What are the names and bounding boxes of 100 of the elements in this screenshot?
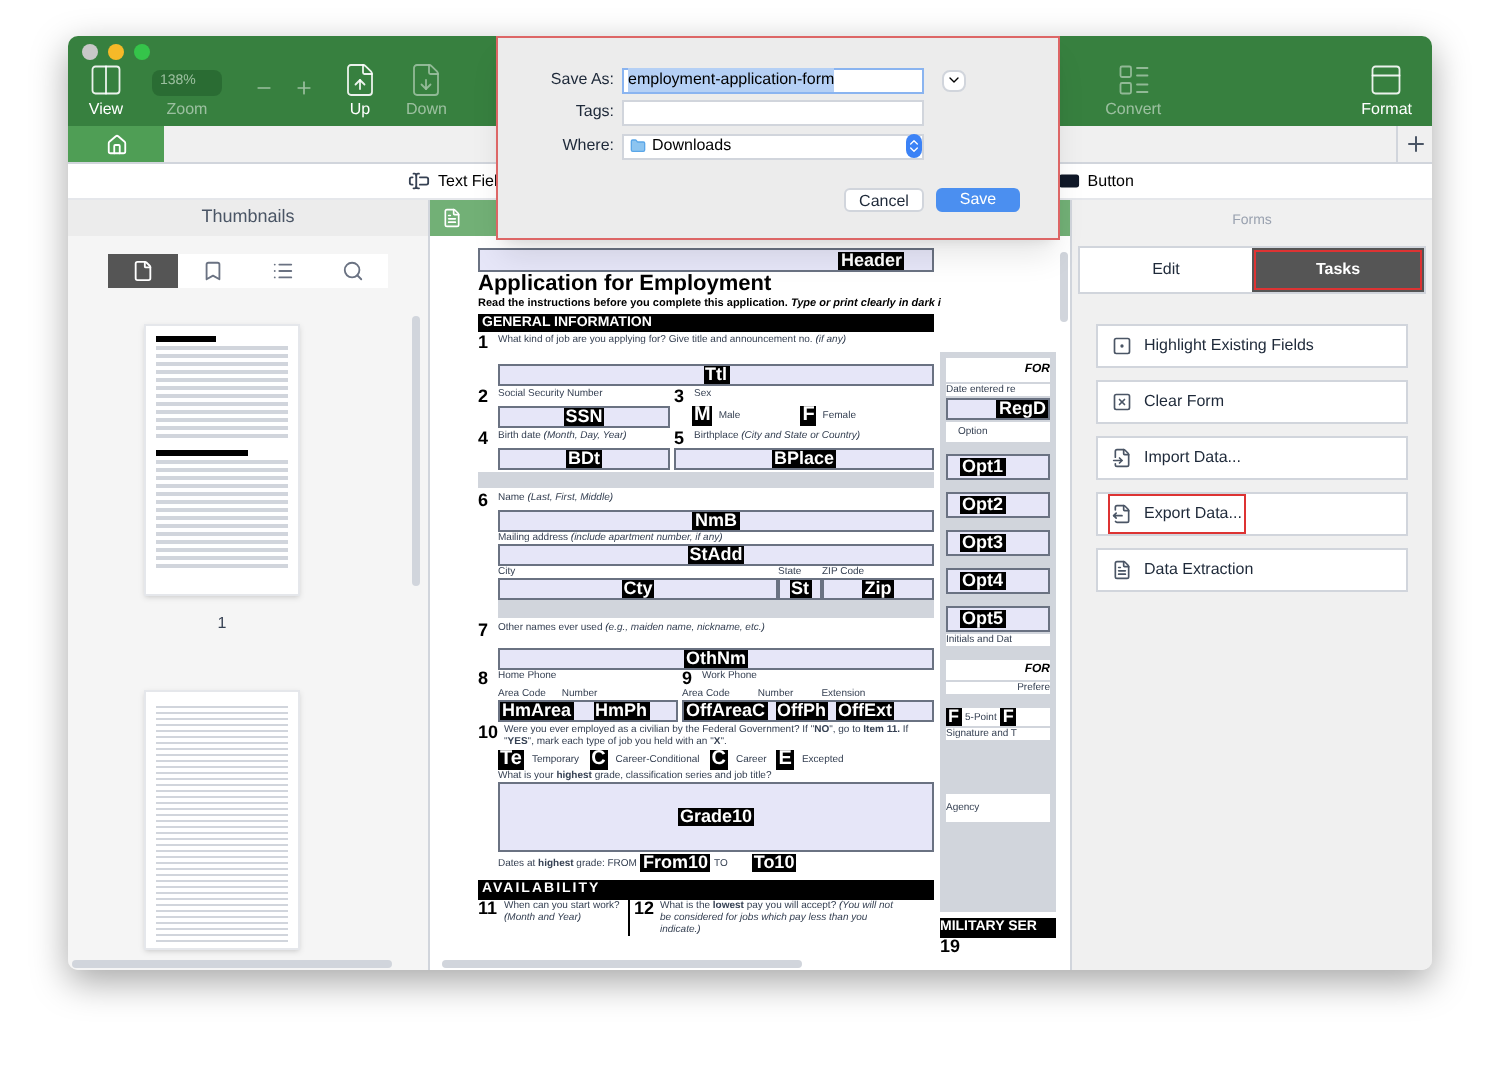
question-number: 11: [478, 900, 496, 922]
form-field[interactable]: BDt: [498, 448, 670, 470]
question-number: 9: [682, 670, 695, 688]
field-tag: SSN: [563, 408, 605, 426]
field-icon: [1112, 336, 1132, 356]
field-tag: OthNm: [684, 650, 748, 668]
field-tag: C: [589, 750, 608, 770]
task-label: Clear Form: [1110, 384, 1227, 420]
field-tag: OffAreaC: [684, 702, 768, 720]
task-button[interactable]: Export Data...: [1096, 492, 1408, 536]
form-field[interactable]: Opt2: [946, 492, 1050, 518]
question-number: 10: [478, 724, 496, 746]
tags-field[interactable]: [622, 99, 924, 125]
thumbnail-tab[interactable]: [108, 254, 178, 288]
task-label: Export Data...: [1110, 496, 1244, 532]
page-thumbnail[interactable]: [144, 324, 300, 596]
task-label: Highlight Existing Fields: [1110, 328, 1316, 364]
form-title: Application for Employment: [478, 272, 774, 298]
phone-field[interactable]: HmArea HmPh: [498, 700, 678, 722]
form-field[interactable]: Ttl: [498, 364, 934, 386]
field-tag: Opt3: [960, 534, 1006, 552]
maximize-icon[interactable]: [134, 44, 150, 60]
question-number: 1: [478, 334, 491, 352]
chevron-down-icon: [946, 72, 962, 88]
field-tag: St: [789, 580, 811, 598]
phone-field[interactable]: OffAreaC OffPh OffExt: [682, 700, 934, 722]
plus-icon: [1403, 132, 1427, 156]
form-field[interactable]: St: [778, 578, 822, 600]
minimize-icon[interactable]: [108, 44, 124, 60]
question-number: 19: [940, 938, 963, 956]
panel-tab[interactable]: Edit: [1080, 248, 1252, 292]
bookmark-icon: [202, 260, 224, 282]
field-tag: HmPh: [593, 702, 650, 720]
panel-title: Thumbnails: [68, 200, 428, 236]
folder-icon: [630, 138, 646, 154]
form-field[interactable]: Opt3: [946, 530, 1050, 556]
toolbar-button[interactable]: View: [88, 62, 124, 118]
field-tag: Ttl: [703, 366, 729, 384]
form-field[interactable]: StAdd: [498, 544, 934, 566]
form-field[interactable]: Opt5: [946, 606, 1050, 632]
file-icon: [1112, 560, 1132, 580]
form-field[interactable]: RegD: [946, 398, 1050, 420]
question-number: 7: [478, 622, 491, 640]
form-field[interactable]: Opt1: [946, 454, 1050, 480]
page-icon: [132, 260, 154, 282]
field-tag: Opt2: [960, 496, 1006, 514]
location-select[interactable]: Downloads: [622, 133, 924, 159]
form-field[interactable]: Grade10: [498, 782, 934, 852]
field-tag: C: [709, 750, 728, 770]
field-label: Save As:: [548, 68, 614, 92]
form-field[interactable]: Opt4: [946, 568, 1050, 594]
panel-tab[interactable]: Tasks: [1252, 248, 1424, 292]
file-up-icon: [342, 62, 378, 98]
field-tag: Te: [498, 750, 524, 770]
task-button[interactable]: Import Data...: [1096, 436, 1408, 480]
document-icon: [442, 208, 462, 228]
task-button[interactable]: Clear Form: [1096, 380, 1408, 424]
field-tag: Cty: [621, 580, 655, 598]
field-tag: M: [692, 406, 713, 426]
form-field[interactable]: Cty: [498, 578, 778, 600]
field-tag: Header: [838, 251, 904, 269]
convert-icon: [1115, 62, 1152, 98]
field-tag: Zip: [862, 580, 894, 598]
close-icon[interactable]: [82, 44, 98, 60]
field-tag: Opt5: [960, 610, 1006, 628]
columns-icon: [88, 62, 124, 98]
file-import-icon: [1112, 448, 1132, 468]
cancel-button[interactable]: Cancel: [844, 188, 924, 212]
text-field-icon: [408, 170, 430, 192]
toolbar-button[interactable]: Up: [342, 62, 378, 118]
search-icon: [342, 260, 364, 282]
field-tag: E: [776, 750, 794, 770]
format-icon: [1368, 62, 1405, 98]
form-field[interactable]: Zip: [822, 578, 934, 600]
form-field[interactable]: Header: [478, 248, 934, 272]
field-label: Where:: [560, 134, 614, 158]
form-tool-button[interactable]: Text Fiel: [408, 169, 498, 193]
task-label: Import Data...: [1110, 440, 1243, 476]
task-label: Data Extraction: [1110, 552, 1256, 588]
field-tag: StAdd: [687, 546, 745, 564]
field-tag: F: [800, 406, 817, 426]
clear-icon: [1112, 392, 1132, 412]
task-button[interactable]: Highlight Existing Fields: [1096, 324, 1408, 368]
form-field[interactable]: OthNm: [498, 648, 934, 670]
field-tag: Opt4: [960, 572, 1006, 590]
field-tag: Opt1: [960, 458, 1006, 476]
question-number: 3: [674, 388, 687, 406]
question-number: 4: [478, 430, 491, 448]
form-field[interactable]: NmB: [498, 510, 934, 532]
field-tag: Grade10: [677, 808, 755, 826]
list-icon: [272, 260, 294, 282]
expand-button[interactable]: [942, 69, 966, 91]
field-tag: OffPh: [775, 702, 829, 720]
filename-field[interactable]: employment-application-form: [622, 67, 924, 93]
task-button[interactable]: Data Extraction: [1096, 548, 1408, 592]
form-field[interactable]: BPlace: [674, 448, 934, 470]
page-thumbnail[interactable]: [144, 690, 300, 950]
form-field[interactable]: SSN: [498, 406, 670, 428]
toolbar-button[interactable]: Format: [1361, 62, 1412, 118]
home-tab[interactable]: [68, 126, 164, 162]
